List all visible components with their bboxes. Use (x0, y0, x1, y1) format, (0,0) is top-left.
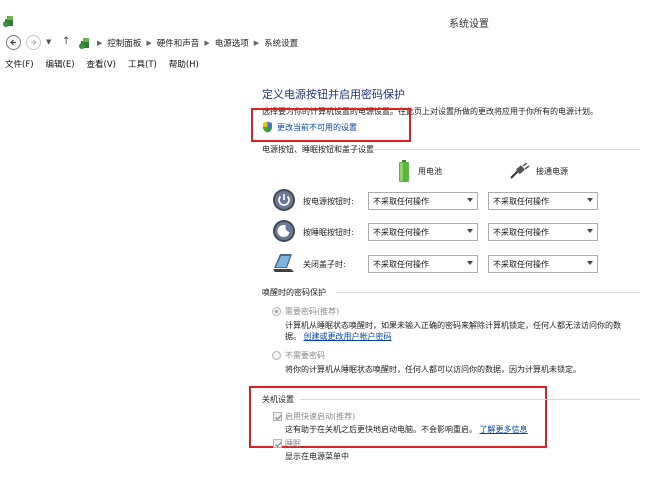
chevron-down-icon (467, 198, 473, 202)
checkmark-icon (275, 414, 282, 421)
learn-more-link[interactable]: 了解更多信息 (480, 425, 528, 434)
fast-startup-checkbox[interactable] (273, 412, 282, 421)
menu-view[interactable]: 查看(V) (81, 56, 122, 72)
fast-startup-description: 这有助于在关机之后更快地启动电脑。不会影响重启。 了解更多信息 (285, 424, 528, 435)
battery-icon (399, 160, 409, 182)
column-label-battery: 用电池 (418, 166, 442, 176)
navigation-bar: ▼ ↑ ▶ 控制面板 ▶ 硬件和声音 ▶ 电源选项 ▶ 系统设置 (0, 34, 650, 52)
select-value: 不采取任何操作 (493, 197, 549, 206)
select-value: 不采取任何操作 (493, 260, 549, 269)
breadcrumb-item[interactable]: 系统设置 (264, 37, 298, 49)
sleep-button-icon (273, 220, 295, 242)
select-value: 不采取任何操作 (493, 228, 549, 237)
chevron-down-icon (467, 261, 473, 265)
breadcrumb-separator-icon: ▶ (97, 39, 103, 47)
chevron-down-icon (587, 229, 593, 233)
sleep-label: 睡眠 (285, 439, 301, 448)
sleep-button-plugged-select[interactable]: 不采取任何操作 (488, 223, 598, 241)
require-password-label: 需要密码(推荐) (285, 307, 340, 316)
sleep-checkbox[interactable] (273, 439, 282, 448)
select-value: 不采取任何操作 (373, 197, 429, 206)
row-label-sleep-button: 按睡眠按钮时: (303, 228, 354, 237)
checkmark-icon (275, 441, 282, 448)
row-label-power-button: 按电源按钮时: (303, 197, 354, 206)
arrow-left-icon (10, 39, 16, 46)
page-title: 定义电源按钮并启用密码保护 (262, 88, 405, 101)
breadcrumb-item[interactable]: 控制面板 (107, 37, 141, 49)
menu-tools[interactable]: 工具(T) (122, 56, 163, 72)
breadcrumb-separator-icon[interactable]: ▶ (146, 39, 151, 47)
menu-bar: 文件(F) 编辑(E) 查看(V) 工具(T) 帮助(H) (0, 56, 650, 72)
section-title-power-buttons: 电源按钮、睡眠按钮和盖子设置 (262, 145, 374, 154)
breadcrumb-separator-icon[interactable]: ▶ (254, 39, 259, 47)
title-bar: 系统设置 (0, 0, 650, 34)
select-value: 不采取任何操作 (373, 228, 429, 237)
arrow-right-icon (31, 39, 37, 46)
forward-button[interactable] (26, 35, 41, 50)
highlight-box (251, 108, 411, 142)
require-password-radio[interactable] (272, 307, 281, 316)
description-text: 这有助于在关机之后更快地启动电脑。不会影响重启。 (285, 425, 477, 434)
column-label-plugged: 接通电源 (536, 166, 568, 176)
power-button-icon (273, 189, 295, 211)
no-password-radio[interactable] (272, 351, 281, 360)
chevron-down-icon (587, 198, 593, 202)
back-button[interactable] (6, 35, 21, 50)
sleep-button-battery-select[interactable]: 不采取任何操作 (368, 223, 478, 241)
close-lid-plugged-select[interactable]: 不采取任何操作 (488, 255, 598, 273)
breadcrumb-item[interactable]: 电源选项 (215, 37, 249, 49)
fast-startup-label: 启用快速启动(推荐) (285, 412, 356, 421)
column-header-battery: 用电池 (398, 160, 442, 182)
no-password-description: 将你的计算机从睡眠状态唤醒时，任何人都可以访问你的数据，因为计算机未锁定。 (285, 365, 581, 374)
section-divider (300, 399, 640, 400)
recent-locations-chevron-icon[interactable]: ▼ (46, 38, 51, 46)
description-text: 据。 (285, 332, 301, 341)
window-title: 系统设置 (449, 19, 489, 30)
require-password-description: 计算机从睡眠状态唤醒时，如果未输入正确的密码来解除计算机锁定，任何人都无法访问你… (285, 321, 621, 330)
column-header-plugged: 接通电源 (510, 163, 568, 179)
no-password-label: 不需要密码 (285, 351, 325, 360)
chevron-down-icon (587, 261, 593, 265)
up-arrow-icon[interactable]: ↑ (62, 36, 70, 47)
control-panel-icon (3, 16, 13, 27)
sleep-description: 显示在电源菜单中 (285, 452, 349, 461)
row-label-close-lid: 关闭盖子时: (303, 260, 346, 269)
laptop-lid-icon (273, 254, 294, 272)
power-plug-icon (510, 163, 530, 179)
close-lid-battery-select[interactable]: 不采取任何操作 (368, 255, 478, 273)
power-button-plugged-select[interactable]: 不采取任何操作 (488, 192, 598, 210)
power-button-battery-select[interactable]: 不采取任何操作 (368, 192, 478, 210)
chevron-down-icon (467, 229, 473, 233)
breadcrumb-separator-icon[interactable]: ▶ (204, 39, 209, 47)
section-title-shutdown: 关机设置 (262, 395, 294, 404)
section-title-wake-password: 唤醒时的密码保护 (262, 288, 326, 297)
menu-file[interactable]: 文件(F) (0, 56, 40, 72)
select-value: 不采取任何操作 (373, 260, 429, 269)
breadcrumb-item[interactable]: 硬件和声音 (157, 37, 200, 49)
menu-edit[interactable]: 编辑(E) (40, 56, 81, 72)
require-password-description-line2: 据。 创建或更改用户帐户密码 (285, 331, 392, 342)
section-divider (336, 292, 640, 293)
create-password-link[interactable]: 创建或更改用户帐户密码 (304, 332, 392, 341)
address-bar[interactable]: ▶ 控制面板 ▶ 硬件和声音 ▶ 电源选项 ▶ 系统设置 (78, 34, 298, 52)
control-panel-icon (79, 38, 89, 49)
menu-help[interactable]: 帮助(H) (163, 56, 205, 72)
section-divider (370, 149, 640, 150)
main-content: 定义电源按钮并启用密码保护 选择要为你的计算机设置的电源设置。在此页上对设置所做… (0, 72, 650, 481)
